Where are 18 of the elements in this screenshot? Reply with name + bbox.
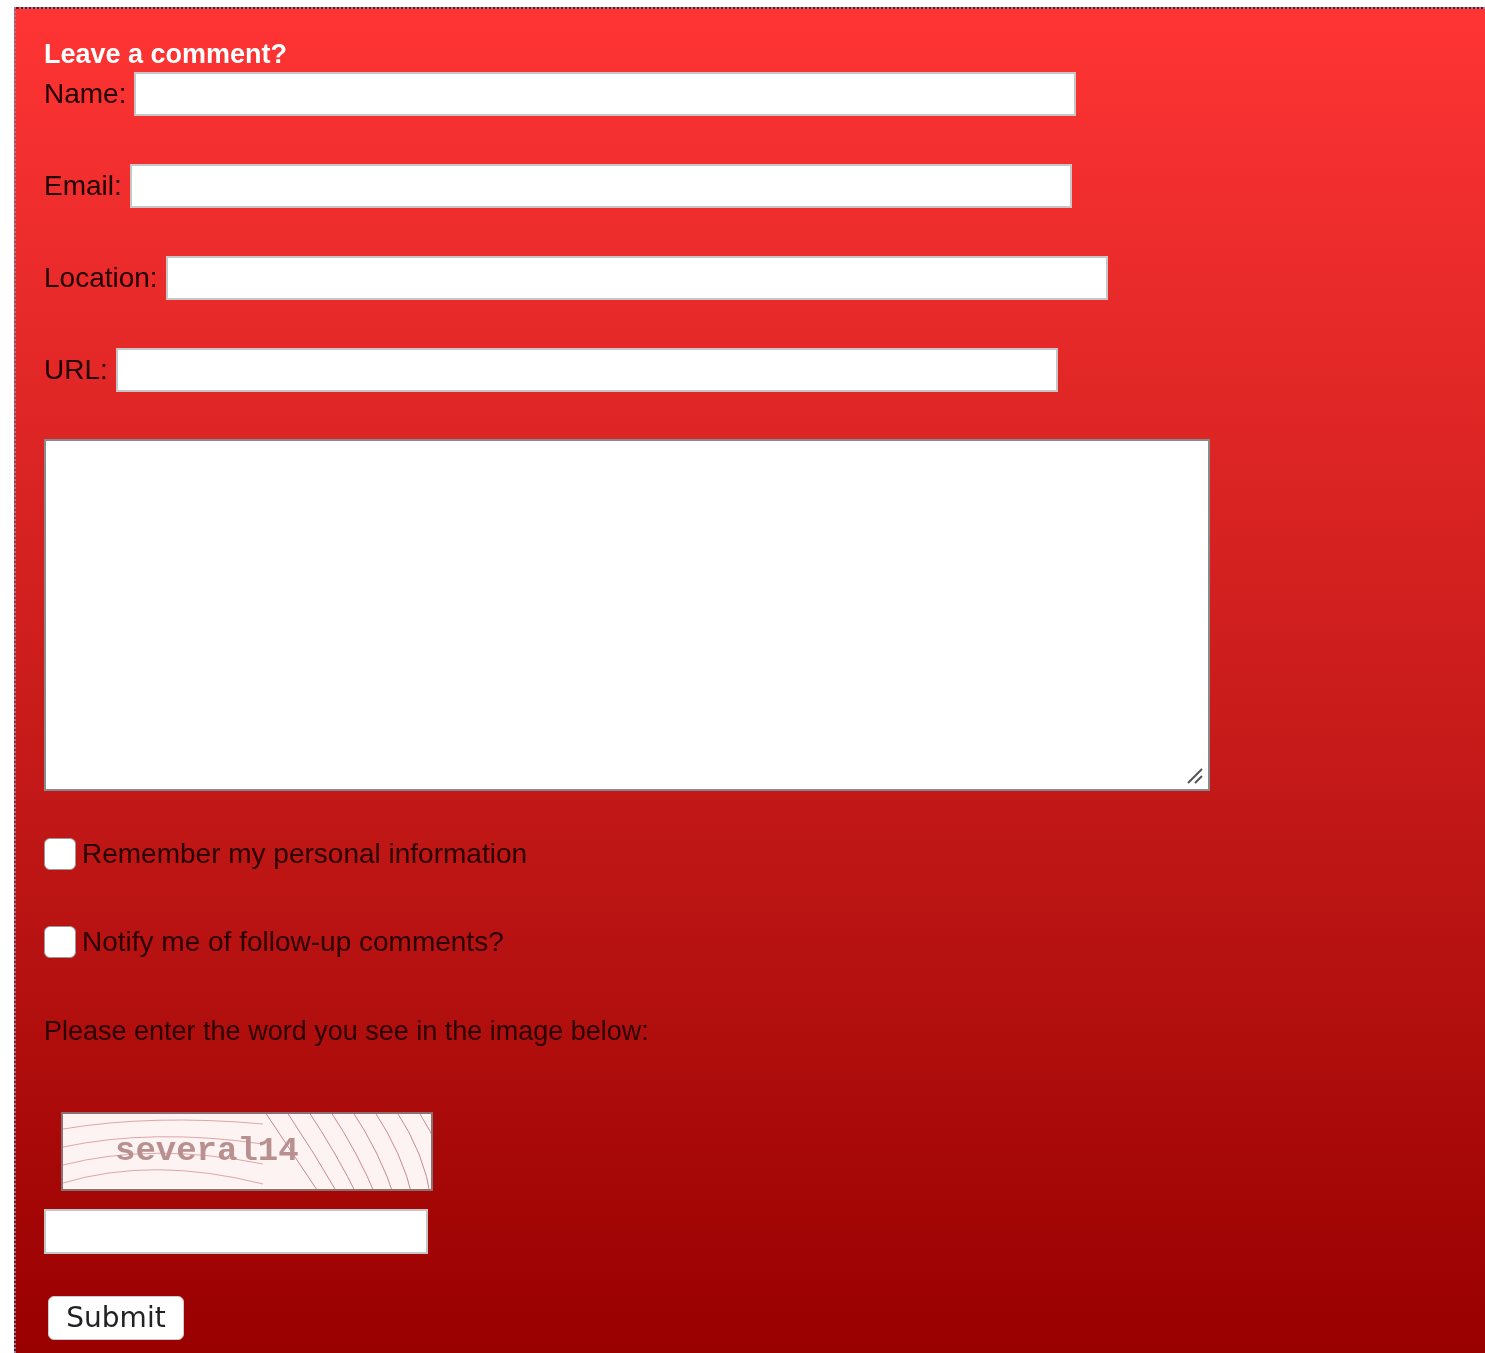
checkbox-label: Remember my personal information — [82, 837, 528, 871]
captcha-prompt: Please enter the word you see in the image below: — [44, 1015, 650, 1048]
field-label: Name: — [44, 77, 127, 111]
input-field[interactable] — [134, 72, 1077, 116]
checkbox-label: Notify me of follow-up comments? — [82, 925, 504, 959]
checkbox[interactable] — [44, 926, 76, 958]
field-label: Email: — [44, 169, 122, 203]
input-field[interactable] — [129, 164, 1072, 208]
form-title: Leave a comment? — [44, 38, 289, 71]
input-field[interactable] — [115, 348, 1058, 392]
field-label: URL: — [44, 353, 108, 387]
checkbox[interactable] — [44, 838, 76, 870]
submit-button[interactable]: Submit — [48, 1295, 184, 1340]
input-field[interactable] — [165, 256, 1108, 300]
resize-handle-icon[interactable] — [1186, 767, 1204, 785]
captcha-word: several14 — [115, 1130, 299, 1172]
captcha-input-field[interactable] — [44, 1208, 428, 1254]
field-label: Location: — [44, 261, 158, 295]
